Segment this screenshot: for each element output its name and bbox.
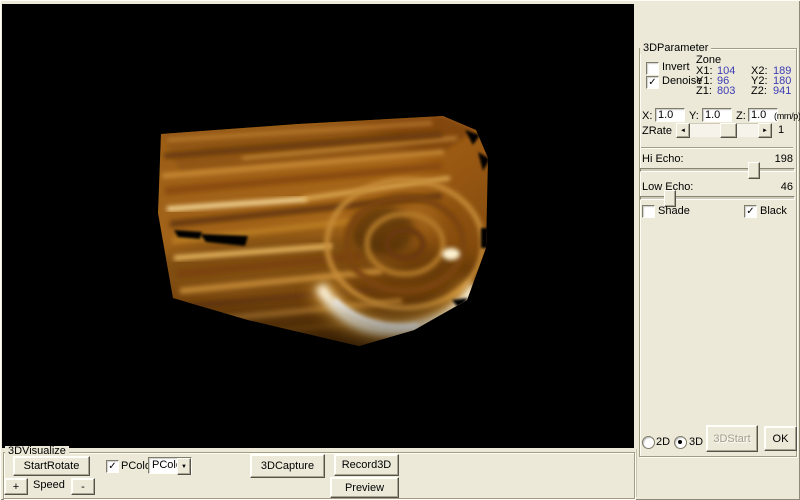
speed-label: Speed bbox=[33, 480, 65, 491]
zrate-scrollbar-thumb[interactable] bbox=[720, 123, 737, 138]
mode-3d-label: 3D bbox=[689, 437, 703, 448]
3dcapture-button[interactable]: 3DCapture bbox=[250, 454, 325, 478]
hi-echo-slider-thumb[interactable] bbox=[748, 162, 760, 179]
scale-x-label: X: bbox=[642, 111, 652, 122]
pcolor-checkbox[interactable]: ✓ bbox=[106, 460, 119, 473]
app-window: 3DParameter Invert ✓ Denoise Zone X1: 10… bbox=[0, 0, 800, 500]
chevron-down-icon[interactable]: ▼ bbox=[177, 458, 191, 475]
scale-unit: (mm/p) bbox=[774, 111, 800, 122]
mode-3d-radio[interactable] bbox=[674, 436, 687, 449]
black-label: Black bbox=[760, 206, 787, 217]
shade-label: Shade bbox=[658, 206, 690, 217]
low-echo-value: 46 bbox=[763, 182, 793, 193]
zone-z1-label: Z1: bbox=[696, 86, 712, 97]
hi-echo-slider-track[interactable] bbox=[640, 168, 795, 172]
checkmark-icon: ✓ bbox=[648, 78, 656, 87]
black-checkbox[interactable]: ✓ bbox=[744, 205, 757, 218]
ok-button[interactable]: OK bbox=[764, 426, 797, 451]
scroll-right-icon: ► bbox=[762, 128, 768, 134]
hi-echo-value: 198 bbox=[763, 154, 793, 165]
shade-checkbox[interactable] bbox=[642, 205, 655, 218]
speed-plus-button[interactable]: + bbox=[4, 478, 28, 495]
zrate-scroll-right-button[interactable]: ► bbox=[758, 123, 772, 138]
zone-z1-value: 803 bbox=[717, 86, 735, 97]
speed-minus-button[interactable]: - bbox=[71, 478, 95, 495]
zrate-value: 1 bbox=[778, 125, 784, 136]
denoise-checkbox[interactable]: ✓ bbox=[646, 76, 659, 89]
separator bbox=[641, 147, 793, 149]
invert-label: Invert bbox=[662, 62, 690, 73]
record3d-button[interactable]: Record3D bbox=[334, 454, 399, 476]
3dstart-button[interactable]: 3DStart bbox=[706, 425, 758, 452]
pcolor-dropdown[interactable]: PColor ▼ bbox=[148, 457, 192, 474]
checkmark-icon: ✓ bbox=[746, 207, 754, 216]
radio-dot bbox=[678, 440, 682, 444]
mode-2d-radio[interactable] bbox=[642, 436, 655, 449]
render-viewport[interactable] bbox=[2, 4, 634, 448]
start-rotate-button[interactable]: StartRotate bbox=[13, 456, 90, 476]
scale-z-label: Z: bbox=[736, 111, 746, 122]
hi-echo-label: Hi Echo: bbox=[642, 154, 684, 165]
mode-2d-label: 2D bbox=[656, 437, 670, 448]
invert-checkbox[interactable] bbox=[646, 62, 659, 75]
zone-z2-value: 941 bbox=[773, 86, 791, 97]
scale-y-label: Y: bbox=[689, 111, 699, 122]
zrate-scroll-left-button[interactable]: ◄ bbox=[676, 123, 690, 138]
zrate-label: ZRate bbox=[642, 126, 672, 137]
volume-render bbox=[2, 4, 634, 448]
parameter-group-title: 3DParameter bbox=[640, 43, 711, 54]
scale-x-input[interactable] bbox=[655, 108, 685, 122]
preview-button[interactable]: Preview bbox=[330, 477, 399, 498]
checkmark-icon: ✓ bbox=[108, 462, 116, 471]
zone-z2-label: Z2: bbox=[751, 86, 767, 97]
scale-y-input[interactable] bbox=[702, 108, 732, 122]
panel-divider bbox=[636, 449, 637, 497]
scroll-left-icon: ◄ bbox=[680, 128, 686, 134]
